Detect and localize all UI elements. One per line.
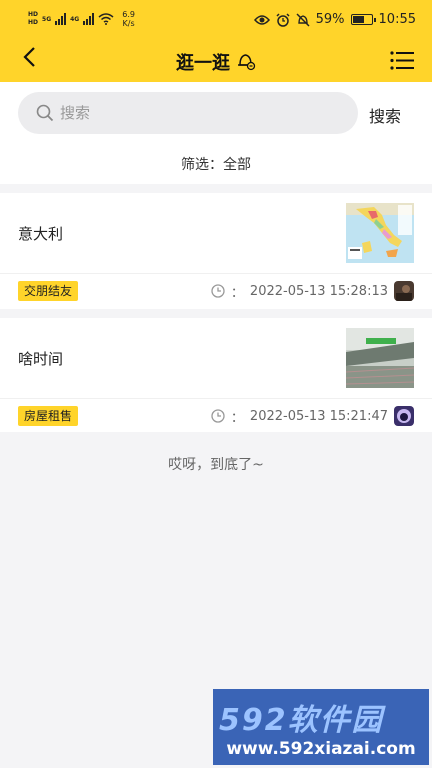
nav-bar: 逛一逛 — [0, 40, 432, 82]
list-menu-icon — [390, 51, 414, 70]
clock: 10:55 — [378, 12, 416, 27]
post-card[interactable]: 啥时间 房屋租售 ： 2022-05-13 15:21:47 — [0, 318, 432, 432]
post-meta: ： 2022-05-13 15:21:47 — [211, 406, 414, 426]
avatar[interactable] — [394, 406, 414, 426]
mute-icon — [296, 12, 310, 27]
post-time: 2022-05-13 15:28:13 — [249, 283, 388, 299]
battery-percent: 59% — [315, 12, 345, 27]
hd-labels: HD HD — [28, 11, 39, 26]
watermark-url: www.592xiazai.com — [226, 739, 416, 759]
post-thumbnail-photo — [346, 328, 414, 388]
battery-fill — [352, 16, 365, 23]
category-tag: 交朋结友 — [18, 281, 79, 301]
menu-button[interactable] — [390, 51, 414, 70]
alarm-icon — [276, 12, 290, 27]
search-section: 搜索 筛选：全部 — [0, 82, 432, 184]
system-status: 59% 10:55 — [253, 12, 416, 27]
bell-icon[interactable] — [236, 51, 256, 76]
clock-icon — [211, 284, 225, 298]
search-input[interactable] — [60, 104, 320, 122]
end-of-list-message: 哎呀，到底了~ — [168, 457, 264, 473]
post-meta: ： 2022-05-13 15:28:13 — [211, 281, 414, 301]
card-divider — [0, 398, 432, 399]
wifi-icon — [98, 13, 114, 25]
clock-icon — [211, 409, 225, 423]
card-divider — [0, 273, 432, 274]
network-status: HD HD 5G 4G 6.9 K/s — [28, 10, 135, 28]
post-thumbnail-map — [346, 203, 414, 263]
network-speed: 6.9 K/s — [122, 10, 135, 28]
filter-label[interactable]: 筛选：全部 — [0, 154, 432, 174]
eye-icon — [253, 14, 270, 25]
page-title: 逛一逛 — [0, 49, 432, 76]
search-button[interactable]: 搜索 — [369, 103, 401, 127]
avatar[interactable] — [394, 281, 414, 301]
post-card[interactable]: 意大利 交朋结友 ： 2022-05-13 15:28:13 — [0, 193, 432, 309]
post-time: 2022-05-13 15:21:47 — [249, 408, 388, 424]
post-title: 啥时间 — [18, 350, 64, 368]
search-icon — [36, 104, 54, 122]
watermark-logo: 592软件园 www.592xiazai.com — [213, 689, 429, 765]
watermark-brand: 592软件园 — [219, 703, 384, 738]
status-bar: HD HD 5G 4G 6.9 K/s 59% 10:55 — [0, 0, 432, 40]
post-title: 意大利 — [18, 225, 64, 243]
battery-icon — [350, 14, 376, 25]
category-tag: 房屋租售 — [18, 406, 79, 426]
search-bar[interactable] — [18, 92, 358, 134]
signal-bars-icon — [55, 13, 67, 25]
signal-bars-icon-2 — [83, 13, 95, 25]
